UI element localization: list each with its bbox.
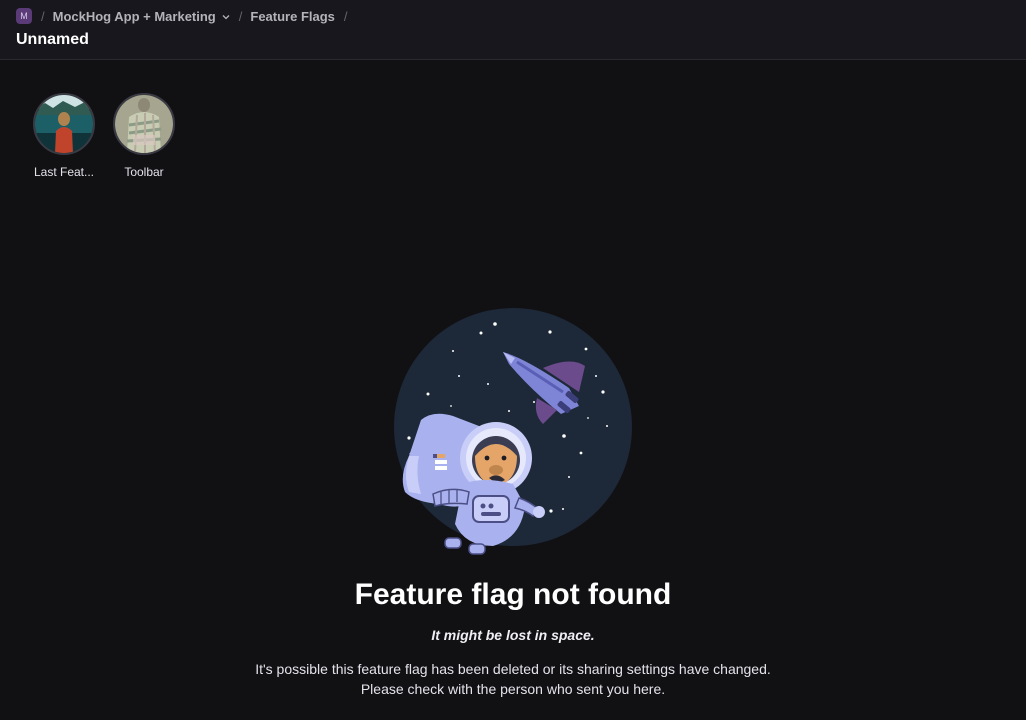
breadcrumb-separator: / [41, 8, 45, 24]
not-found-subtitle: It might be lost in space. [431, 627, 595, 643]
notebook-item-toolbar[interactable]: Toolbar [104, 93, 184, 179]
notebook-shortcuts: Last Feat... Toolbar [24, 93, 184, 179]
breadcrumb: M / MockHog App + Marketing / Feature Fl… [16, 7, 356, 25]
breadcrumb-separator: / [343, 8, 348, 24]
breadcrumb-feature-flags[interactable]: Feature Flags [250, 9, 335, 24]
not-found-line: It's possible this feature flag has been… [255, 661, 771, 677]
notebook-label: Toolbar [124, 165, 164, 179]
lost-in-space-illustration [393, 306, 633, 562]
notebook-item-last-feature[interactable]: Last Feat... [24, 93, 104, 179]
breadcrumb-project[interactable]: MockHog App + Marketing [53, 9, 230, 24]
top-bar: M / MockHog App + Marketing / Feature Fl… [0, 0, 1026, 60]
avatar[interactable] [113, 93, 175, 155]
page-title: Unnamed [16, 31, 89, 48]
avatar[interactable] [33, 93, 95, 155]
notebook-label: Last Feat... [33, 165, 95, 179]
chevron-down-icon[interactable] [222, 13, 230, 21]
not-found-line: Please check with the person who sent yo… [360, 681, 666, 697]
not-found-title: Feature flag not found [354, 578, 672, 611]
not-found-description: It's possible this feature flag has been… [0, 659, 1026, 699]
breadcrumb-project-label: MockHog App + Marketing [52, 8, 216, 24]
project-badge[interactable]: M [16, 8, 32, 24]
breadcrumb-separator: / [238, 8, 243, 24]
